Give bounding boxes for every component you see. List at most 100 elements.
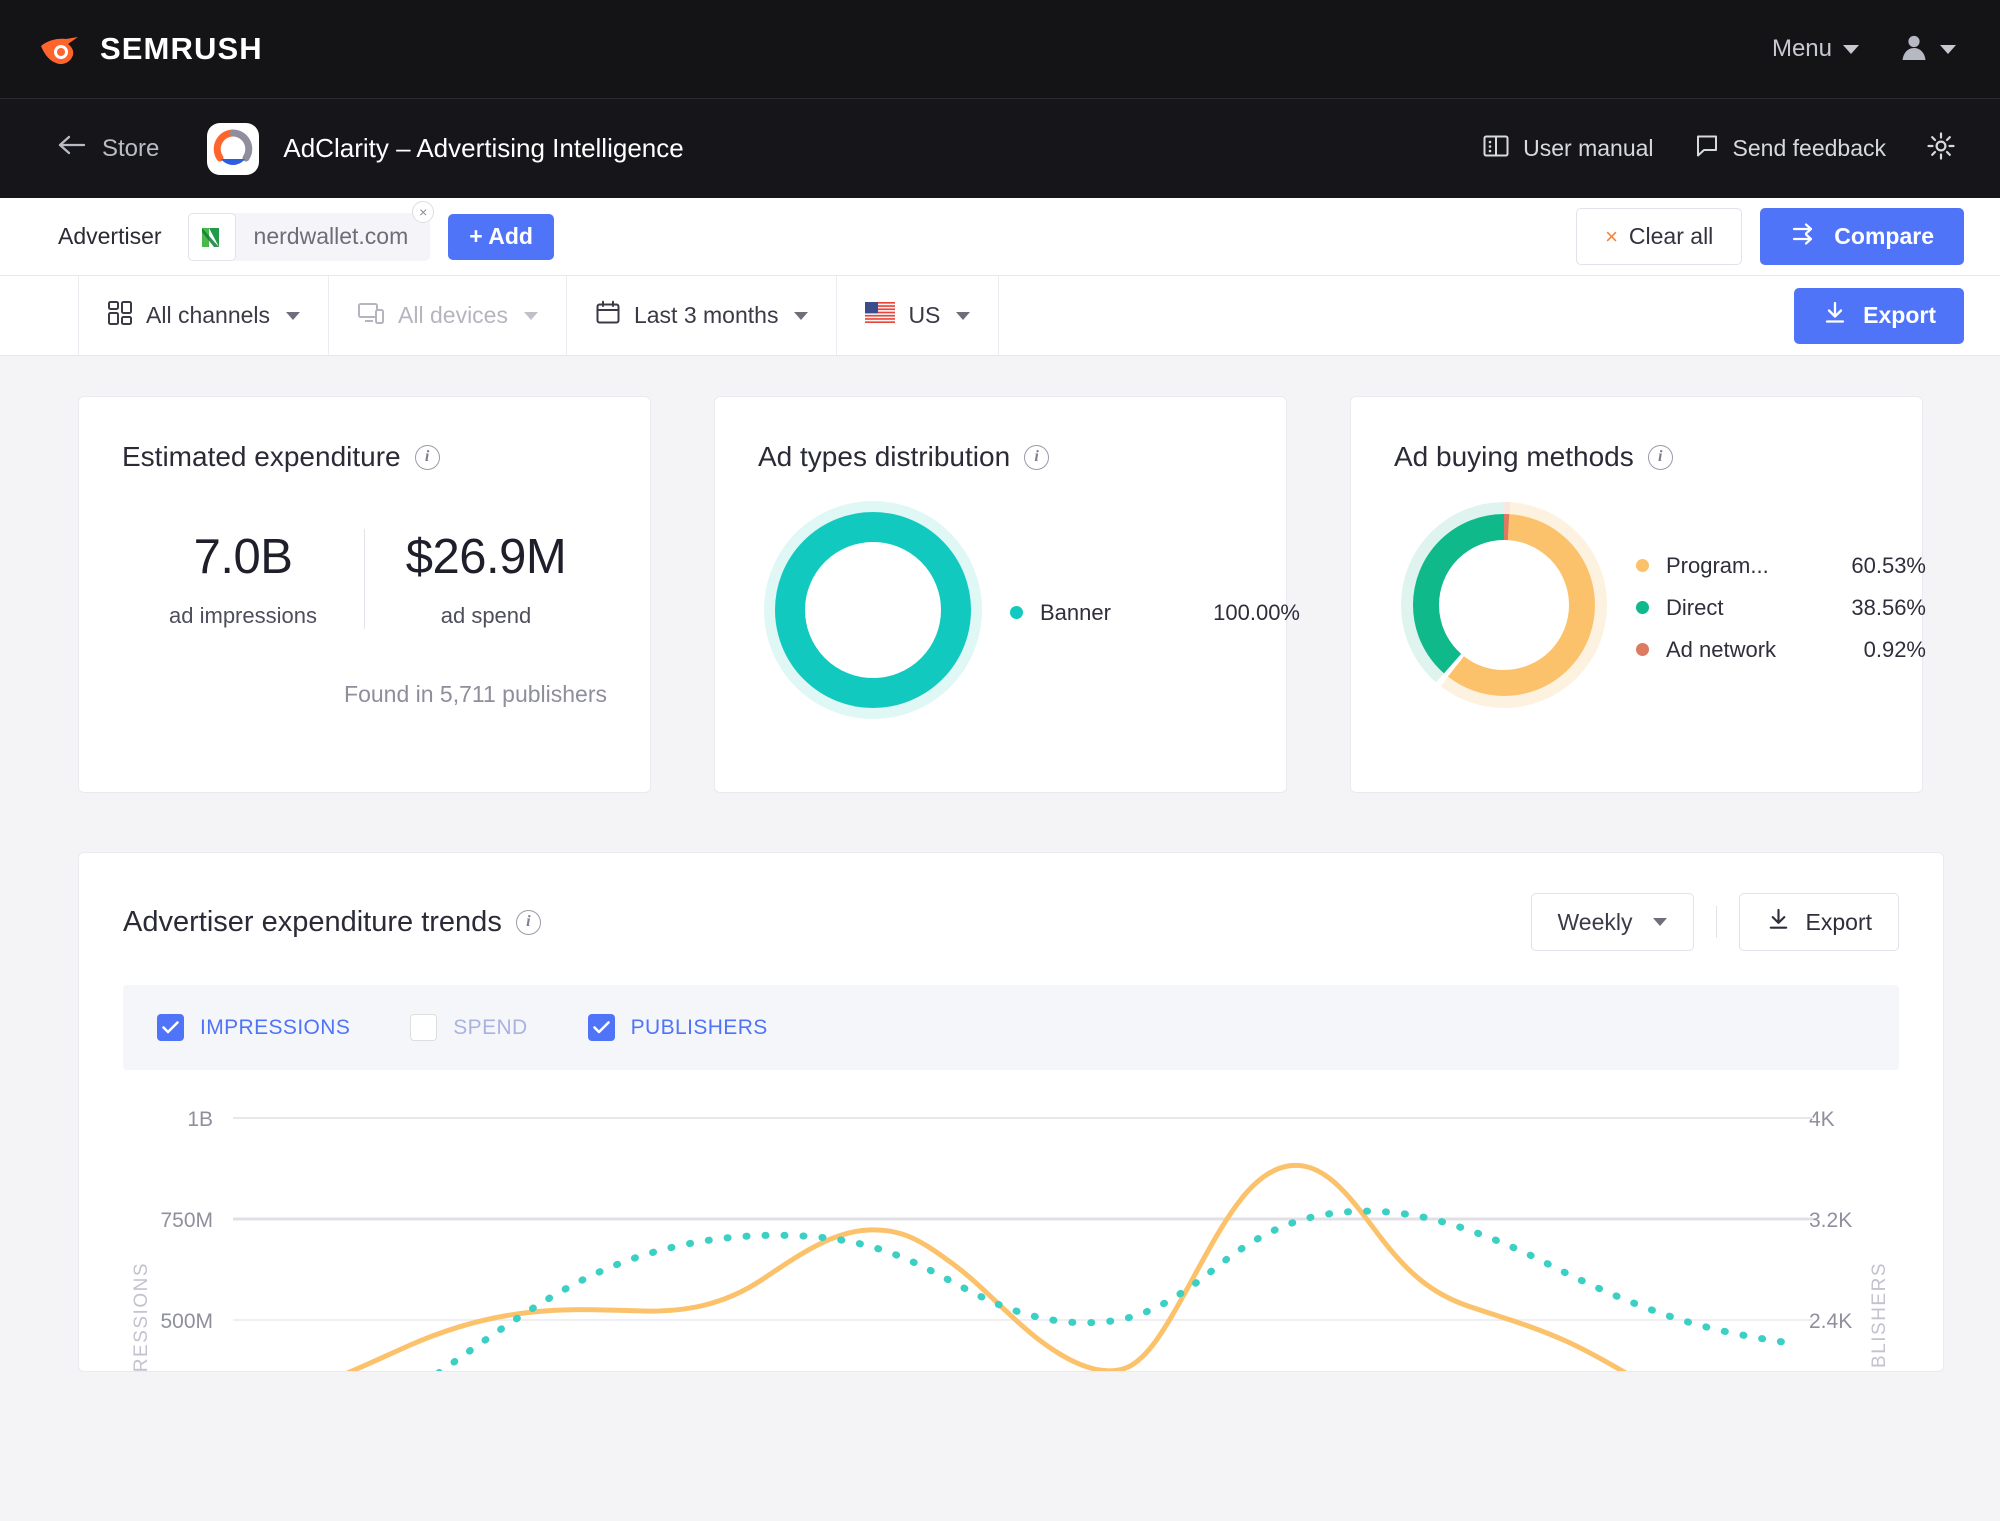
series-toggle-row: IMPRESSIONS SPEND PUBLISHERS [123,985,1899,1070]
advertiser-bar-actions: × Clear all Compare [1576,208,1964,265]
user-manual-label: User manual [1523,135,1654,161]
filter-group: All channels All devices Last 3 months U… [78,276,1000,355]
ad-types-distribution-card: Ad types distribution i Banner 100.00% [714,396,1300,793]
clear-all-label: Clear all [1628,223,1714,249]
chevron-down-icon [523,311,538,320]
legend-color-dot [1636,601,1649,614]
granularity-label: Weekly [1557,908,1633,935]
export-label: Export [1805,908,1872,935]
legend-value: 100.00% [1213,599,1300,625]
filter-date-range-label: Last 3 months [633,302,779,328]
appbar-actions: User manual Send feedback [1482,131,1956,167]
advertiser-bar: Advertiser nerdwallet.com × + Add × Clea… [0,198,2000,276]
advertiser-label: Advertiser [58,223,162,249]
estimated-expenditure-title-row: Estimated expenditure i [122,441,607,473]
compare-label: Compare [1834,223,1934,249]
expenditure-stats: 7.0B ad impressions $26.9M ad spend [122,529,607,629]
semrush-logo[interactable]: SEMRUSH [38,26,263,72]
legend-item[interactable]: Program... 60.53% [1636,545,1926,587]
ad-types-title-row: Ad types distribution i [758,441,1243,473]
trends-header: Advertiser expenditure trends i Weekly E… [123,893,1899,951]
legend-item[interactable]: Ad network 0.92% [1636,629,1926,671]
legend-value: 60.53% [1851,552,1926,578]
arrow-left-icon [58,134,88,163]
chevron-down-icon [956,311,971,320]
semrush-wordmark: SEMRUSH [100,31,263,66]
info-icon[interactable]: i [414,444,440,470]
legend-label: Ad network [1666,636,1777,662]
legend-value: 0.92% [1863,636,1926,662]
card-title-text: Estimated expenditure [122,441,401,472]
gear-icon [1926,131,1956,167]
estimated-expenditure-card: Estimated expenditure i 7.0B ad impressi… [78,396,651,793]
adclarity-app-icon [207,122,260,175]
download-icon [1822,300,1848,332]
checkbox-checked-icon [157,1014,184,1041]
toggle-spend[interactable]: SPEND [410,1014,527,1041]
add-advertiser-button[interactable]: + Add [448,213,554,260]
user-account-button[interactable] [1899,32,1956,67]
export-label: Export [1863,302,1936,328]
user-avatar-icon [1899,32,1929,67]
filter-all-devices-label: All devices [398,302,508,328]
publishers-found-text: Found in 5,711 publishers [344,681,607,707]
card-title-text: Ad types distribution [758,441,1011,472]
legend-label: Program... [1666,552,1769,578]
ad-buying-chart-area: Program... 60.53% Direct 38.56% Ad netwo… [1394,495,1926,720]
ad-buying-legend: Program... 60.53% Direct 38.56% Ad netwo… [1636,545,1926,671]
advertiser-chip[interactable]: nerdwallet.com × [187,200,435,261]
compare-button[interactable]: Compare [1760,208,1964,265]
filter-all-channels-label: All channels [146,302,271,328]
legend-color-dot [1636,643,1649,656]
impressions-stat: 7.0B ad impressions [122,529,364,629]
chevron-down-icon [1843,44,1859,54]
toggle-publishers-label: PUBLISHERS [630,1015,768,1039]
semrush-flame-icon [38,26,84,72]
close-icon: × [1605,223,1618,249]
toggle-impressions-label: IMPRESSIONS [200,1015,351,1039]
global-topbar: SEMRUSH Menu [0,0,2000,98]
user-manual-link[interactable]: User manual [1482,133,1654,165]
clear-all-button[interactable]: × Clear all [1576,208,1743,265]
book-icon [1482,133,1510,165]
legend-item[interactable]: Direct 38.56% [1636,587,1926,629]
spend-value: $26.9M [405,530,567,584]
info-icon[interactable]: i [1647,444,1673,470]
close-icon[interactable]: × [412,200,435,223]
granularity-dropdown[interactable]: Weekly [1530,893,1694,951]
calendar-icon [595,300,621,332]
menu-label: Menu [1771,35,1832,62]
ad-types-chart-area: Banner 100.00% [758,495,1300,730]
card-title-text: Ad buying methods [1394,441,1634,472]
speech-bubble-icon [1694,133,1720,165]
filter-all-devices[interactable]: All devices [329,276,567,355]
advertiser-expenditure-trends-card: Advertiser expenditure trends i Weekly E… [78,852,1944,1372]
export-button-top[interactable]: Export [1794,287,1964,344]
ad-buying-methods-card: Ad buying methods i Program... 60.53% Di… [1350,396,1926,793]
app-header-bar: Store AdClarity – Advertising Intelligen… [0,98,2000,198]
chevron-down-icon [1940,44,1956,54]
menu-button[interactable]: Menu [1772,35,1859,63]
info-icon[interactable]: i [1024,444,1050,470]
checkbox-unchecked-icon [410,1014,438,1041]
export-button-trends[interactable]: Export [1738,893,1899,951]
settings-button[interactable] [1926,131,1956,167]
legend-item[interactable]: Banner 100.00% [1010,592,1300,634]
filter-all-channels[interactable]: All channels [78,276,330,355]
summary-cards-row: Estimated expenditure i 7.0B ad impressi… [78,396,1944,793]
back-to-store-link[interactable]: Store [58,134,159,163]
info-icon[interactable]: i [515,909,541,935]
compare-arrows-icon [1790,222,1818,252]
nerdwallet-logo-icon [187,212,236,261]
toggle-impressions[interactable]: IMPRESSIONS [157,1014,350,1041]
filter-country-label: US [908,302,941,328]
impressions-label: ad impressions [169,603,317,628]
filter-date-range[interactable]: Last 3 months [567,276,838,355]
chevron-down-icon [286,311,301,320]
ad-types-legend: Banner 100.00% [1010,592,1300,634]
send-feedback-link[interactable]: Send feedback [1694,133,1886,165]
app-title: AdClarity – Advertising Intelligence [283,133,684,163]
filter-country[interactable]: US [837,276,1000,355]
toggle-publishers[interactable]: PUBLISHERS [587,1014,768,1041]
toggle-spend-label: SPEND [453,1015,528,1039]
